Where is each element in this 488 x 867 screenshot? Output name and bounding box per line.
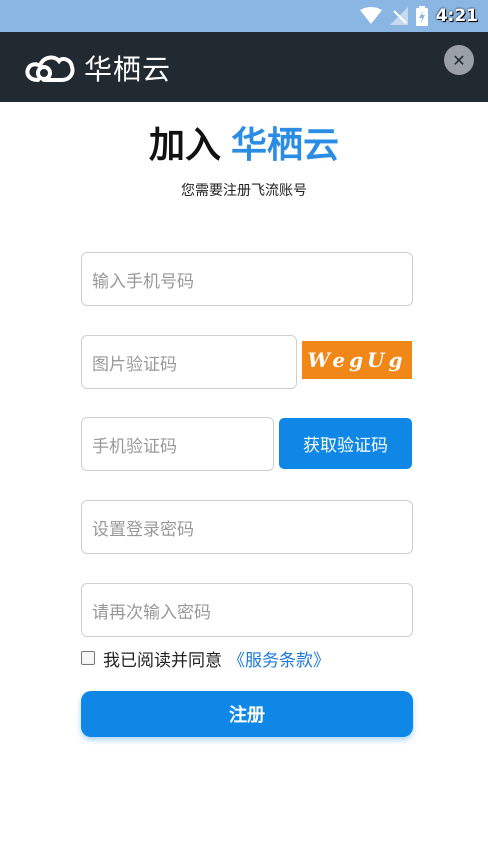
title-brand: 华栖云 <box>231 125 340 166</box>
register-button[interactable]: 注册 <box>81 691 413 737</box>
captcha-image[interactable]: WegUg <box>302 341 412 379</box>
page-subtitle: 您需要注册飞流账号 <box>181 183 307 199</box>
phone-input[interactable]: 输入手机号码 <box>81 252 413 306</box>
wifi-icon <box>359 7 382 24</box>
battery-charging-icon <box>415 6 428 26</box>
password-placeholder: 设置登录密码 <box>92 519 194 540</box>
sms-code-input[interactable]: 手机验证码 <box>81 417 274 471</box>
image-code-placeholder: 图片验证码 <box>92 354 177 375</box>
sms-code-placeholder: 手机验证码 <box>92 436 177 457</box>
phone-placeholder: 输入手机号码 <box>92 271 194 292</box>
agreement-row: 我已阅读并同意 《服务条款》 <box>81 646 330 671</box>
status-icons: 4:21 <box>359 4 478 28</box>
get-code-button[interactable]: 获取验证码 <box>279 418 412 469</box>
confirm-password-input[interactable]: 请再次输入密码 <box>81 583 413 637</box>
brand-name: 华栖云 <box>84 53 172 86</box>
agree-label: 我已阅读并同意 <box>103 650 222 671</box>
status-bar: 4:21 <box>0 0 488 32</box>
close-button[interactable]: ✕ <box>444 45 474 75</box>
close-icon: ✕ <box>452 50 466 70</box>
cloud-logo-icon <box>25 55 75 82</box>
signal-icon <box>389 7 408 25</box>
password-input[interactable]: 设置登录密码 <box>81 500 413 554</box>
confirm-password-placeholder: 请再次输入密码 <box>92 602 211 623</box>
image-code-input[interactable]: 图片验证码 <box>81 335 297 389</box>
clock: 4:21 <box>435 6 478 26</box>
app-header: 华栖云 ✕ <box>0 32 488 102</box>
brand-logo: 华栖云 <box>24 48 171 88</box>
terms-link[interactable]: 《服务条款》 <box>228 646 330 671</box>
title-prefix: 加入 <box>148 125 221 166</box>
agree-checkbox[interactable] <box>81 651 95 665</box>
captcha-text: WegUg <box>307 348 407 372</box>
page-title: 加入 华栖云 <box>0 116 488 168</box>
